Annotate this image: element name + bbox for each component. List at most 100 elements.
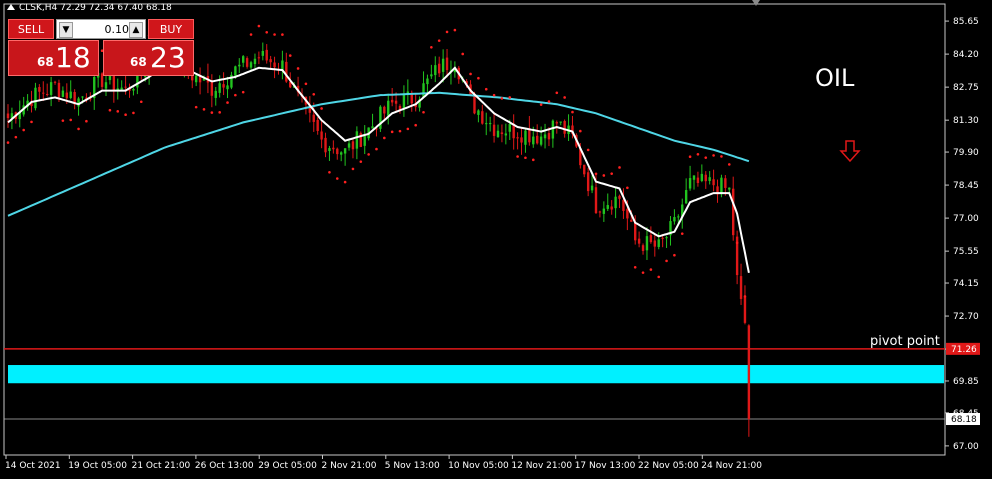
- sar-dot: [116, 110, 120, 113]
- sar-dot: [727, 163, 731, 166]
- sar-dot: [469, 72, 472, 76]
- sar-dot: [641, 271, 645, 274]
- sell-price-button[interactable]: 68 18: [8, 40, 99, 76]
- sar-dot: [22, 128, 25, 132]
- candle-bull: [684, 190, 688, 204]
- candle-bull: [226, 85, 229, 90]
- candle-bull: [551, 120, 555, 139]
- candle-bear: [661, 237, 664, 239]
- candle-bull: [430, 74, 433, 77]
- candle-bull: [363, 135, 366, 146]
- candle-bull: [539, 136, 543, 145]
- buy-price-prefix: 68: [130, 55, 147, 69]
- sar-dot: [343, 180, 347, 184]
- sar-dot: [508, 96, 512, 99]
- candle-bear: [57, 82, 61, 97]
- triangle-up-icon: [7, 4, 15, 10]
- sar-dot: [85, 119, 88, 123]
- buy-price-button[interactable]: 68 23: [103, 40, 194, 76]
- sar-dot: [406, 127, 410, 131]
- sar-dot: [249, 33, 253, 36]
- candle-bear: [316, 119, 319, 131]
- buy-button[interactable]: BUY: [148, 19, 194, 39]
- sar-dot: [304, 82, 308, 86]
- sar-dot: [241, 90, 245, 94]
- candle-bull: [508, 124, 511, 132]
- candle-bear: [598, 211, 602, 213]
- candle-bull: [602, 208, 606, 214]
- candle-bear: [265, 49, 268, 61]
- sar-dot: [281, 33, 284, 36]
- x-tick-label: 14 Oct 2021: [5, 461, 61, 471]
- sell-price-digits: 18: [55, 41, 91, 74]
- candle-bull: [524, 130, 527, 145]
- sar-dot: [422, 110, 425, 114]
- sar-dot: [273, 33, 276, 36]
- candle-bear: [492, 124, 496, 136]
- candle-bear: [732, 188, 735, 236]
- candle-bear: [739, 276, 743, 299]
- symbol-info: CLSK,H4 72.29 72.34 67.40 68.18: [19, 3, 172, 13]
- sar-dot: [516, 155, 519, 158]
- y-tick-label: 84.20: [953, 50, 979, 60]
- sar-dot: [69, 118, 73, 122]
- candle-bull: [665, 237, 668, 239]
- candle-bear: [38, 87, 41, 92]
- lot-decrease-button[interactable]: ▼: [59, 22, 73, 38]
- candle-bear: [383, 106, 386, 114]
- candle-bull: [253, 58, 257, 65]
- lot-size-input[interactable]: [73, 21, 129, 37]
- x-tick-label: 5 Nov 13:00: [385, 461, 440, 471]
- candle-bull: [614, 196, 617, 209]
- candle-bear: [210, 81, 214, 96]
- candle-bear: [394, 100, 398, 104]
- sar-dot: [132, 111, 135, 115]
- x-tick-label: 21 Oct 21:00: [132, 461, 191, 471]
- candle-bull: [606, 205, 609, 209]
- fast-moving-average: [7, 64, 750, 273]
- sar-dot: [351, 167, 355, 171]
- candle-bear: [649, 235, 653, 243]
- sar-dot: [500, 97, 504, 100]
- candle-bull: [61, 90, 65, 97]
- candle-bear: [6, 113, 10, 119]
- lot-increase-button[interactable]: ▲: [129, 22, 143, 38]
- candle-bull: [194, 75, 198, 83]
- candle-bear: [257, 57, 261, 59]
- sar-dot: [14, 135, 18, 139]
- candle-bear: [704, 174, 707, 182]
- sar-dot: [602, 174, 606, 177]
- y-tick-label: 67.00: [953, 442, 979, 452]
- sar-dot: [265, 30, 269, 34]
- sar-dot: [375, 147, 378, 151]
- y-tick-label: 74.15: [953, 279, 979, 289]
- down-arrow-icon: [839, 140, 861, 163]
- sar-dot: [257, 24, 261, 28]
- candle-bear: [473, 94, 476, 114]
- candle-bear: [653, 240, 656, 247]
- sar-dot: [743, 295, 747, 298]
- candle-bear: [563, 120, 566, 134]
- sar-dot: [735, 241, 739, 245]
- candle-bull: [645, 236, 649, 251]
- lot-size-box: ▼ ▲: [56, 19, 146, 39]
- sar-dot: [531, 158, 535, 162]
- sell-button[interactable]: SELL: [8, 19, 54, 39]
- sar-dot: [139, 100, 143, 104]
- sar-dot: [335, 177, 339, 180]
- y-tick-label: 78.45: [953, 181, 979, 191]
- candle-bear: [743, 296, 747, 323]
- sar-dot: [618, 166, 621, 169]
- sar-dot: [461, 52, 465, 56]
- x-tick-label: 19 Oct 05:00: [68, 461, 127, 471]
- candle-bull: [504, 133, 508, 136]
- sar-dot: [77, 127, 80, 131]
- candle-bull: [238, 64, 241, 67]
- candle-bull: [132, 88, 135, 91]
- candle-bull: [708, 177, 711, 181]
- candle-bear: [583, 164, 586, 175]
- candle-bull: [692, 175, 696, 180]
- candle-bear: [724, 178, 727, 188]
- sar-dot: [712, 154, 715, 157]
- candle-bull: [328, 148, 331, 151]
